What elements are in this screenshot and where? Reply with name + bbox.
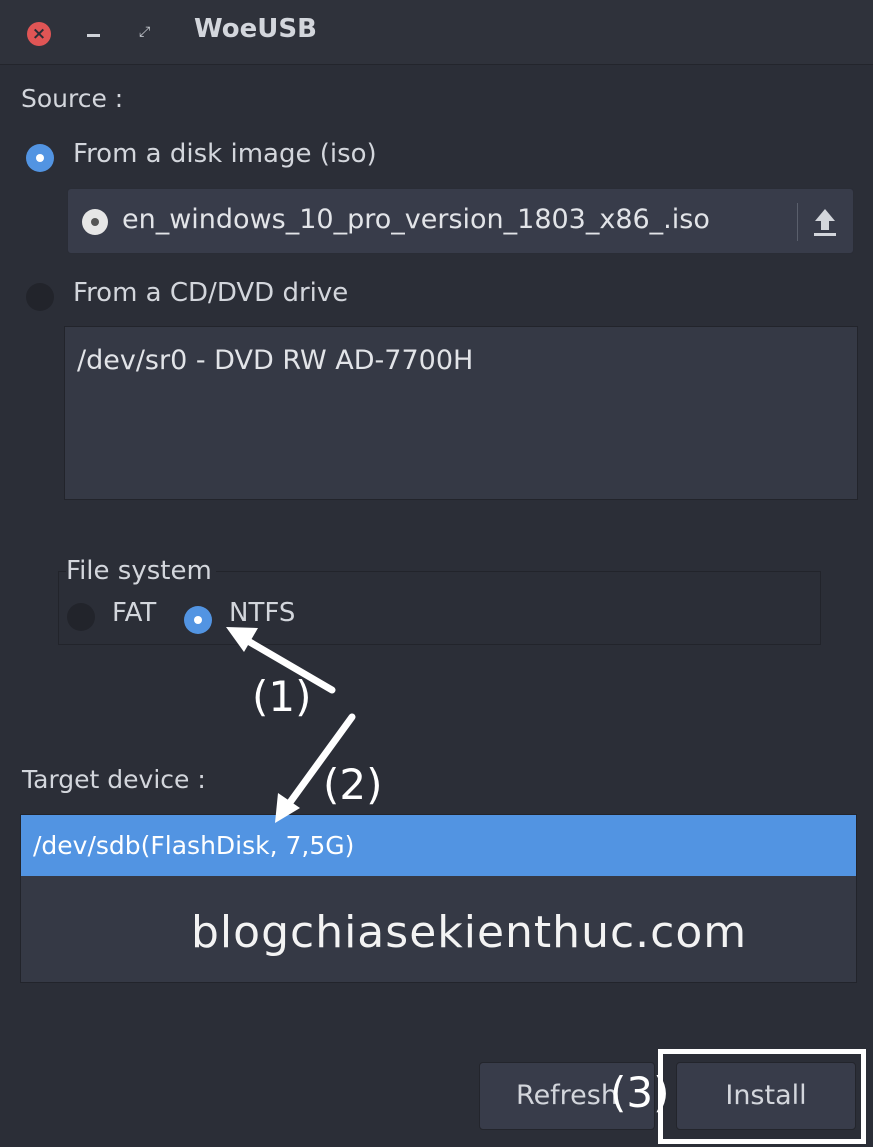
annotation-step2: (2)	[323, 760, 383, 809]
annotation-arrows	[226, 627, 356, 823]
annotation-step1: (1)	[252, 672, 312, 721]
annotation-step3: (3)	[610, 1068, 670, 1117]
